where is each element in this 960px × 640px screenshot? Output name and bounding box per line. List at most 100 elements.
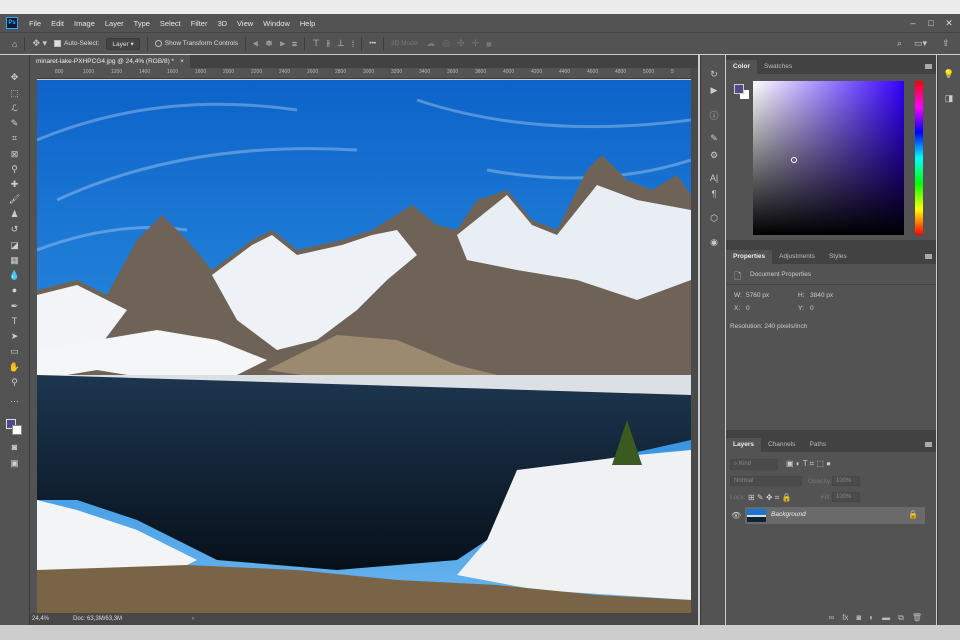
distribute-icon[interactable]: ≡ — [292, 39, 297, 49]
libraries-icon[interactable]: ◨ — [943, 93, 955, 104]
brush-settings-icon[interactable]: ⚙ — [708, 150, 720, 161]
panel-menu-icon[interactable] — [925, 64, 932, 69]
menu-select[interactable]: Select — [155, 19, 186, 28]
background-color-swatch[interactable] — [12, 425, 22, 435]
foreground-swatch[interactable] — [734, 84, 744, 94]
pen-tool-icon[interactable]: ✒ — [8, 300, 21, 313]
quick-select-tool-icon[interactable]: ✎ — [8, 117, 21, 130]
add-mask-icon[interactable]: ◙ — [856, 613, 861, 622]
tab-properties[interactable]: Properties — [726, 250, 773, 264]
menu-image[interactable]: Image — [69, 19, 100, 28]
tab-paths[interactable]: Paths — [802, 438, 833, 452]
learn-icon[interactable]: 💡 — [943, 69, 955, 80]
history-brush-icon[interactable]: ↺ — [8, 223, 21, 236]
status-menu-icon[interactable]: › — [192, 616, 194, 622]
stamp-tool-icon[interactable]: ♟ — [8, 208, 21, 221]
new-group-icon[interactable]: ▬ — [882, 613, 890, 622]
eyedropper-tool-icon[interactable]: ⚲ — [8, 163, 21, 176]
more-tools-icon[interactable]: … — [8, 393, 21, 406]
menu-layer[interactable]: Layer — [100, 19, 129, 28]
lock-icon[interactable]: 🔒 — [908, 510, 918, 519]
workspace-icon[interactable]: ▭▾ — [914, 38, 927, 49]
menu-3d[interactable]: 3D — [212, 19, 232, 28]
history-icon[interactable]: ↻ — [708, 69, 720, 80]
search-icon[interactable]: ⌕ — [897, 38, 902, 49]
tab-adjustments[interactable]: Adjustments — [772, 250, 822, 264]
opacity-field[interactable]: 100% — [832, 476, 860, 486]
marquee-tool-icon[interactable]: ⬚ — [8, 87, 21, 100]
lock-icons[interactable]: ⊞ ✎ ✥ ⌗ 🔒 — [748, 493, 791, 503]
panel-menu-icon[interactable] — [925, 254, 932, 259]
adjustment-layer-icon[interactable]: ◐ — [869, 613, 874, 622]
menu-type[interactable]: Type — [129, 19, 155, 28]
zoom-tool-icon[interactable]: ⚲ — [8, 376, 21, 389]
brush-tool-icon[interactable]: 🖌 — [8, 193, 21, 206]
show-transform-checkbox[interactable]: Show Transform Controls — [154, 39, 238, 47]
color-picker-cursor[interactable] — [791, 157, 797, 163]
menu-file[interactable]: File — [24, 19, 46, 28]
document-tab[interactable]: minaret-lake-PXHPCG4.jpg @ 24,4% (RGB/8)… — [30, 55, 190, 68]
maximize-button[interactable]: □ — [922, 14, 940, 32]
3d-orbit-icon[interactable]: ☁ — [426, 38, 435, 49]
lasso-tool-icon[interactable]: ℒ — [8, 102, 21, 115]
eraser-tool-icon[interactable]: ◪ — [8, 239, 21, 252]
3d-roll-icon[interactable]: ◎ — [442, 38, 450, 49]
blend-mode-dropdown[interactable]: Normal — [730, 476, 802, 486]
type-tool-icon[interactable]: T — [8, 315, 21, 328]
panel-menu-icon[interactable] — [925, 442, 932, 447]
3d-icon[interactable]: ⬡ — [708, 213, 720, 224]
menu-window[interactable]: Window — [258, 19, 295, 28]
gradient-tool-icon[interactable]: ▦ — [8, 254, 21, 267]
3d-pan-icon[interactable]: ✣ — [457, 38, 465, 49]
x-value[interactable]: 0 — [746, 305, 750, 312]
menu-help[interactable]: Help — [295, 19, 320, 28]
layer-filter-kind[interactable]: ⌕ Kind — [730, 459, 778, 470]
document-canvas[interactable] — [37, 80, 691, 613]
healing-tool-icon[interactable]: ✚ — [8, 178, 21, 191]
new-layer-icon[interactable]: ⧉ — [898, 613, 904, 623]
rectangle-tool-icon[interactable]: ▭ — [8, 345, 21, 358]
zoom-level[interactable]: 24,4% — [32, 616, 49, 622]
crop-tool-icon[interactable]: ⌗ — [8, 132, 21, 145]
tab-channels[interactable]: Channels — [761, 438, 802, 452]
auto-select-dropdown[interactable]: Layer ▾ — [106, 37, 140, 50]
layer-row[interactable]: Background 🔒 — [745, 507, 925, 524]
tab-color[interactable]: Color — [726, 60, 757, 74]
menu-filter[interactable]: Filter — [186, 19, 213, 28]
align-left-icon[interactable]: ⫷ — [253, 38, 258, 49]
quick-mask-icon[interactable]: ◙ — [8, 441, 21, 454]
move-tool-icon[interactable]: ✥ ▾ — [32, 38, 47, 49]
close-button[interactable]: ✕ — [940, 14, 958, 32]
actions-icon[interactable]: ▶ — [708, 85, 720, 96]
menu-edit[interactable]: Edit — [46, 19, 69, 28]
vertical-scrollbar[interactable] — [691, 68, 698, 613]
eye-icon[interactable]: 👁 — [731, 511, 741, 520]
navigator-icon[interactable]: ◉ — [708, 237, 720, 248]
hue-slider[interactable] — [915, 81, 923, 235]
info-icon[interactable]: ⓘ — [708, 109, 720, 122]
height-value[interactable]: 3840 px — [810, 292, 833, 299]
tab-layers[interactable]: Layers — [726, 438, 761, 452]
share-icon[interactable]: ⇪ — [942, 38, 950, 49]
hand-tool-icon[interactable]: ✋ — [8, 361, 21, 374]
filter-icons[interactable]: ▣ ◐ T ⌗ ⬚ ● — [786, 459, 831, 469]
distribute-vertical-icon[interactable]: ⁞ — [352, 39, 355, 49]
screen-mode-icon[interactable]: ▣ — [8, 457, 21, 470]
align-bottom-icon[interactable]: ⊥ — [337, 38, 345, 49]
path-select-icon[interactable]: ➤ — [8, 330, 21, 343]
tab-swatches[interactable]: Swatches — [757, 60, 799, 74]
y-value[interactable]: 0 — [810, 305, 814, 312]
color-field[interactable] — [753, 81, 904, 235]
close-tab-icon[interactable]: × — [180, 58, 184, 65]
tab-styles[interactable]: Styles — [822, 250, 854, 264]
3d-slide-icon[interactable]: ✛ — [472, 38, 480, 49]
auto-select-checkbox[interactable]: Auto-Select: — [54, 39, 99, 47]
brushes-icon[interactable]: ✎ — [708, 133, 720, 144]
menu-view[interactable]: View — [232, 19, 258, 28]
align-center-icon[interactable]: ≑ — [265, 38, 273, 49]
frame-tool-icon[interactable]: ⊠ — [8, 148, 21, 161]
fill-field[interactable]: 100% — [832, 492, 860, 502]
3d-camera-icon[interactable]: ■ — [486, 39, 491, 49]
paragraph-icon[interactable]: ¶ — [708, 189, 720, 199]
blur-tool-icon[interactable]: 💧 — [8, 269, 21, 282]
